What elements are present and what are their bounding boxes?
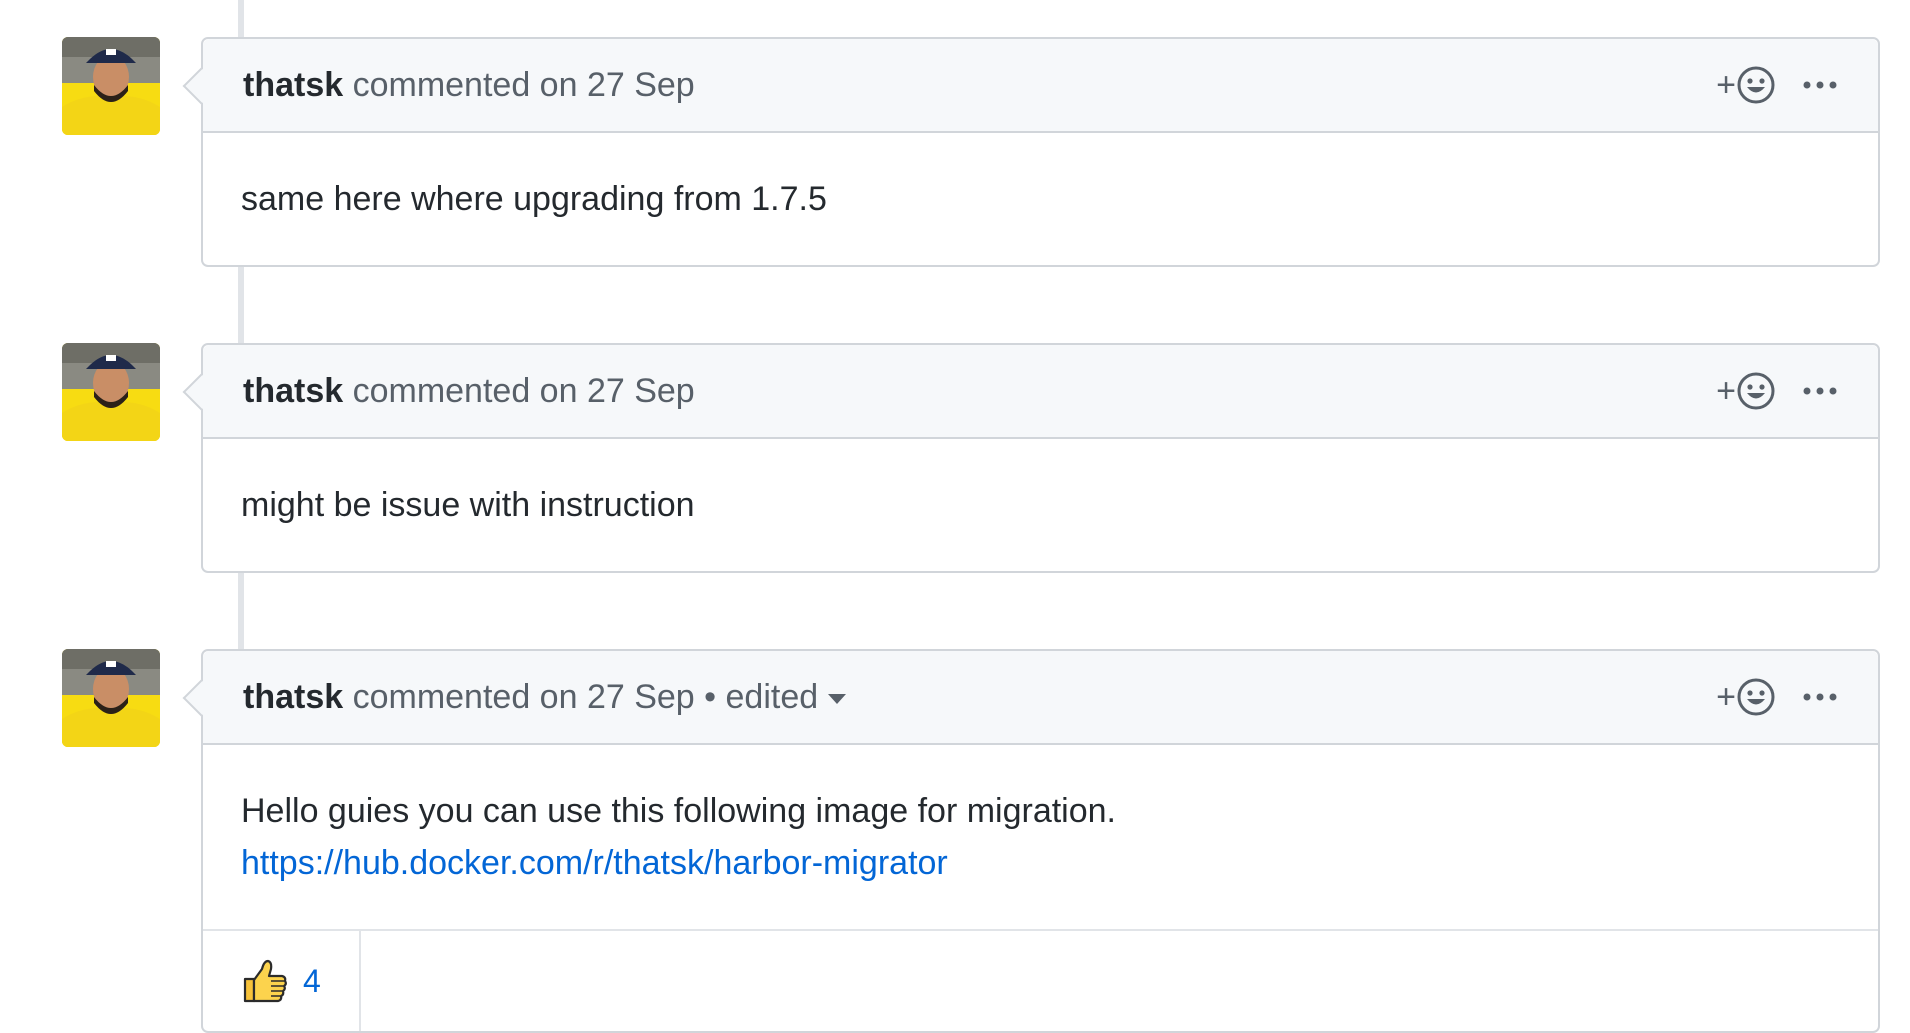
more-options-button[interactable]: [1802, 385, 1838, 397]
add-reaction-button[interactable]: +: [1716, 371, 1776, 411]
comment-timestamp[interactable]: commented on 27 Sep: [353, 66, 695, 104]
docker-hub-link[interactable]: https://hub.docker.com/r/thatsk/harbor-m…: [241, 844, 948, 882]
add-reaction-plus: +: [1716, 677, 1736, 716]
comment-header-text: thatsk commented on 27 Sep: [243, 372, 695, 411]
kebab-horizontal-icon: [1803, 693, 1837, 701]
comment-actions: +: [1716, 39, 1838, 131]
caret-down-icon: [828, 693, 847, 704]
comment-header: thatsk commented on 27 Sep +: [203, 39, 1878, 133]
comment-header: thatsk commented on 27 Sep • edited +: [203, 651, 1878, 745]
comment-header-text: thatsk commented on 27 Sep: [243, 66, 695, 105]
smiley-icon: [1737, 66, 1775, 104]
add-reaction-plus: +: [1716, 65, 1736, 104]
comment-body: might be issue with instruction: [203, 439, 1878, 571]
avatar[interactable]: [62, 37, 160, 135]
edited-dropdown[interactable]: • edited: [704, 677, 847, 716]
comment-timestamp[interactable]: commented on 27 Sep: [353, 372, 695, 410]
comment-header-text: thatsk commented on 27 Sep • edited: [243, 677, 847, 717]
comment-actions: +: [1716, 345, 1838, 437]
comment-author[interactable]: thatsk: [243, 66, 343, 104]
comment-body-text: same here where upgrading from 1.7.5: [241, 180, 827, 218]
avatar[interactable]: [62, 649, 160, 747]
comment-timestamp[interactable]: commented on 27 Sep: [353, 678, 695, 716]
edited-label: • edited: [704, 677, 819, 716]
comment-author[interactable]: thatsk: [243, 372, 343, 410]
avatar[interactable]: [62, 343, 160, 441]
comment-actions: +: [1716, 651, 1838, 743]
comment-body: Hello guies you can use this following i…: [203, 745, 1878, 929]
add-reaction-button[interactable]: +: [1716, 677, 1776, 717]
comment-box: thatsk commented on 27 Sep • edited + He…: [182, 649, 1880, 1033]
kebab-horizontal-icon: [1803, 81, 1837, 89]
comment-body: same here where upgrading from 1.7.5: [203, 133, 1878, 265]
add-reaction-plus: +: [1716, 371, 1736, 410]
comment-box: thatsk commented on 27 Sep +: [182, 37, 1880, 267]
more-options-button[interactable]: [1802, 691, 1838, 703]
comment-box: thatsk commented on 27 Sep +: [182, 343, 1880, 573]
comment-author[interactable]: thatsk: [243, 678, 343, 716]
smiley-icon: [1737, 678, 1775, 716]
reaction-thumbs-up-button[interactable]: 4: [203, 931, 361, 1031]
reactions-bar: 4: [203, 929, 1878, 1031]
comment-body-text: Hello guies you can use this following i…: [241, 792, 1117, 830]
smiley-icon: [1737, 372, 1775, 410]
kebab-horizontal-icon: [1803, 387, 1837, 395]
reaction-count: 4: [303, 962, 321, 999]
more-options-button[interactable]: [1802, 79, 1838, 91]
comment-header: thatsk commented on 27 Sep +: [203, 345, 1878, 439]
add-reaction-button[interactable]: +: [1716, 65, 1776, 105]
comment-body-text: might be issue with instruction: [241, 486, 695, 524]
